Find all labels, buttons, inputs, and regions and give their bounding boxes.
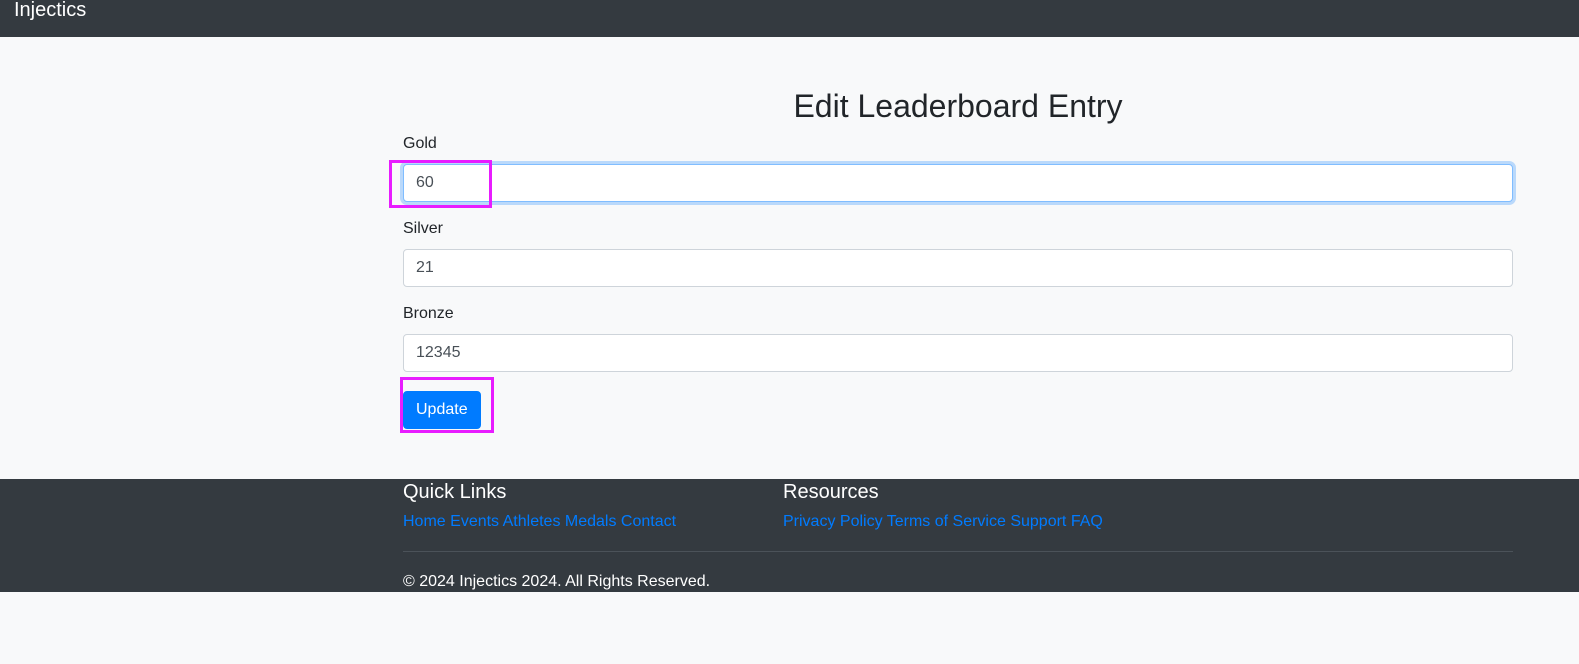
footer-link-athletes[interactable]: Athletes	[503, 513, 561, 530]
gold-label: Gold	[403, 135, 437, 152]
footer-link-terms-of-service[interactable]: Terms of Service	[887, 513, 1006, 530]
resources-list: Privacy Policy Terms of Service Support …	[783, 512, 1103, 532]
edit-form: Edit Leaderboard Entry Gold Silver Bronz…	[403, 37, 1513, 479]
footer-link-support[interactable]: Support	[1010, 513, 1066, 530]
update-button[interactable]: Update	[403, 391, 481, 429]
copyright-text: © 2024 Injectics 2024. All Rights Reserv…	[403, 573, 711, 590]
bronze-label: Bronze	[403, 305, 454, 322]
quick-links-section: Quick Links Home Events Athletes Medals …	[403, 479, 676, 532]
resources-heading: Resources	[783, 481, 879, 503]
page-title: Edit Leaderboard Entry	[793, 88, 1123, 124]
quick-links-heading: Quick Links	[403, 481, 507, 503]
resources-section: Resources Privacy Policy Terms of Servic…	[783, 479, 1103, 532]
silver-label: Silver	[403, 220, 444, 237]
footer-link-events[interactable]: Events	[450, 513, 499, 530]
bronze-input[interactable]	[403, 334, 1513, 372]
footer-link-contact[interactable]: Contact	[621, 513, 676, 530]
footer-divider	[403, 551, 1513, 552]
quick-links-list: Home Events Athletes Medals Contact	[403, 512, 676, 532]
brand-link[interactable]: Injectics	[14, 0, 86, 22]
footer-link-medals[interactable]: Medals	[565, 513, 617, 530]
footer: Quick Links Home Events Athletes Medals …	[0, 479, 1579, 592]
footer-link-home[interactable]: Home	[403, 513, 446, 530]
footer-link-privacy-policy[interactable]: Privacy Policy	[783, 513, 883, 530]
navbar: Injectics	[0, 0, 1579, 37]
silver-input[interactable]	[403, 249, 1513, 287]
footer-link-faq[interactable]: FAQ	[1071, 513, 1103, 530]
gold-input[interactable]	[403, 164, 1513, 202]
